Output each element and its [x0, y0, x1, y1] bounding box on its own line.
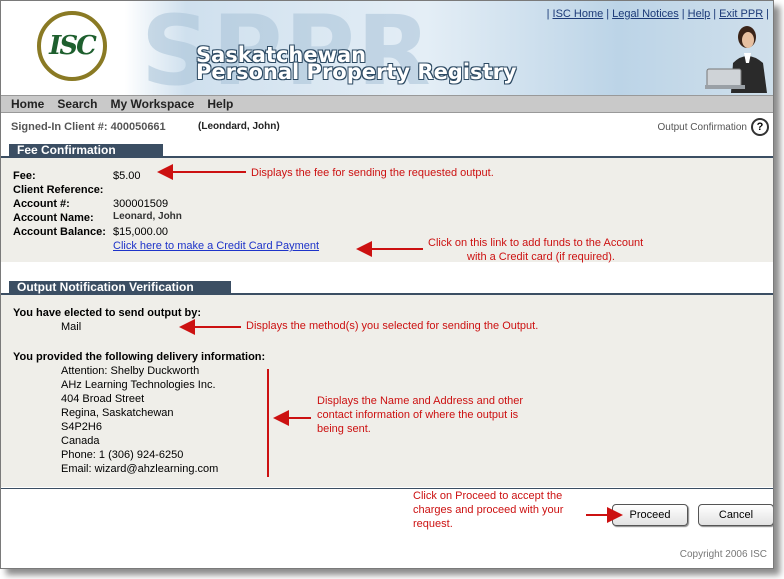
app-window: ISC SPPR Saskatchewan Personal Property … — [0, 0, 774, 569]
annotation-arrows — [157, 164, 623, 523]
